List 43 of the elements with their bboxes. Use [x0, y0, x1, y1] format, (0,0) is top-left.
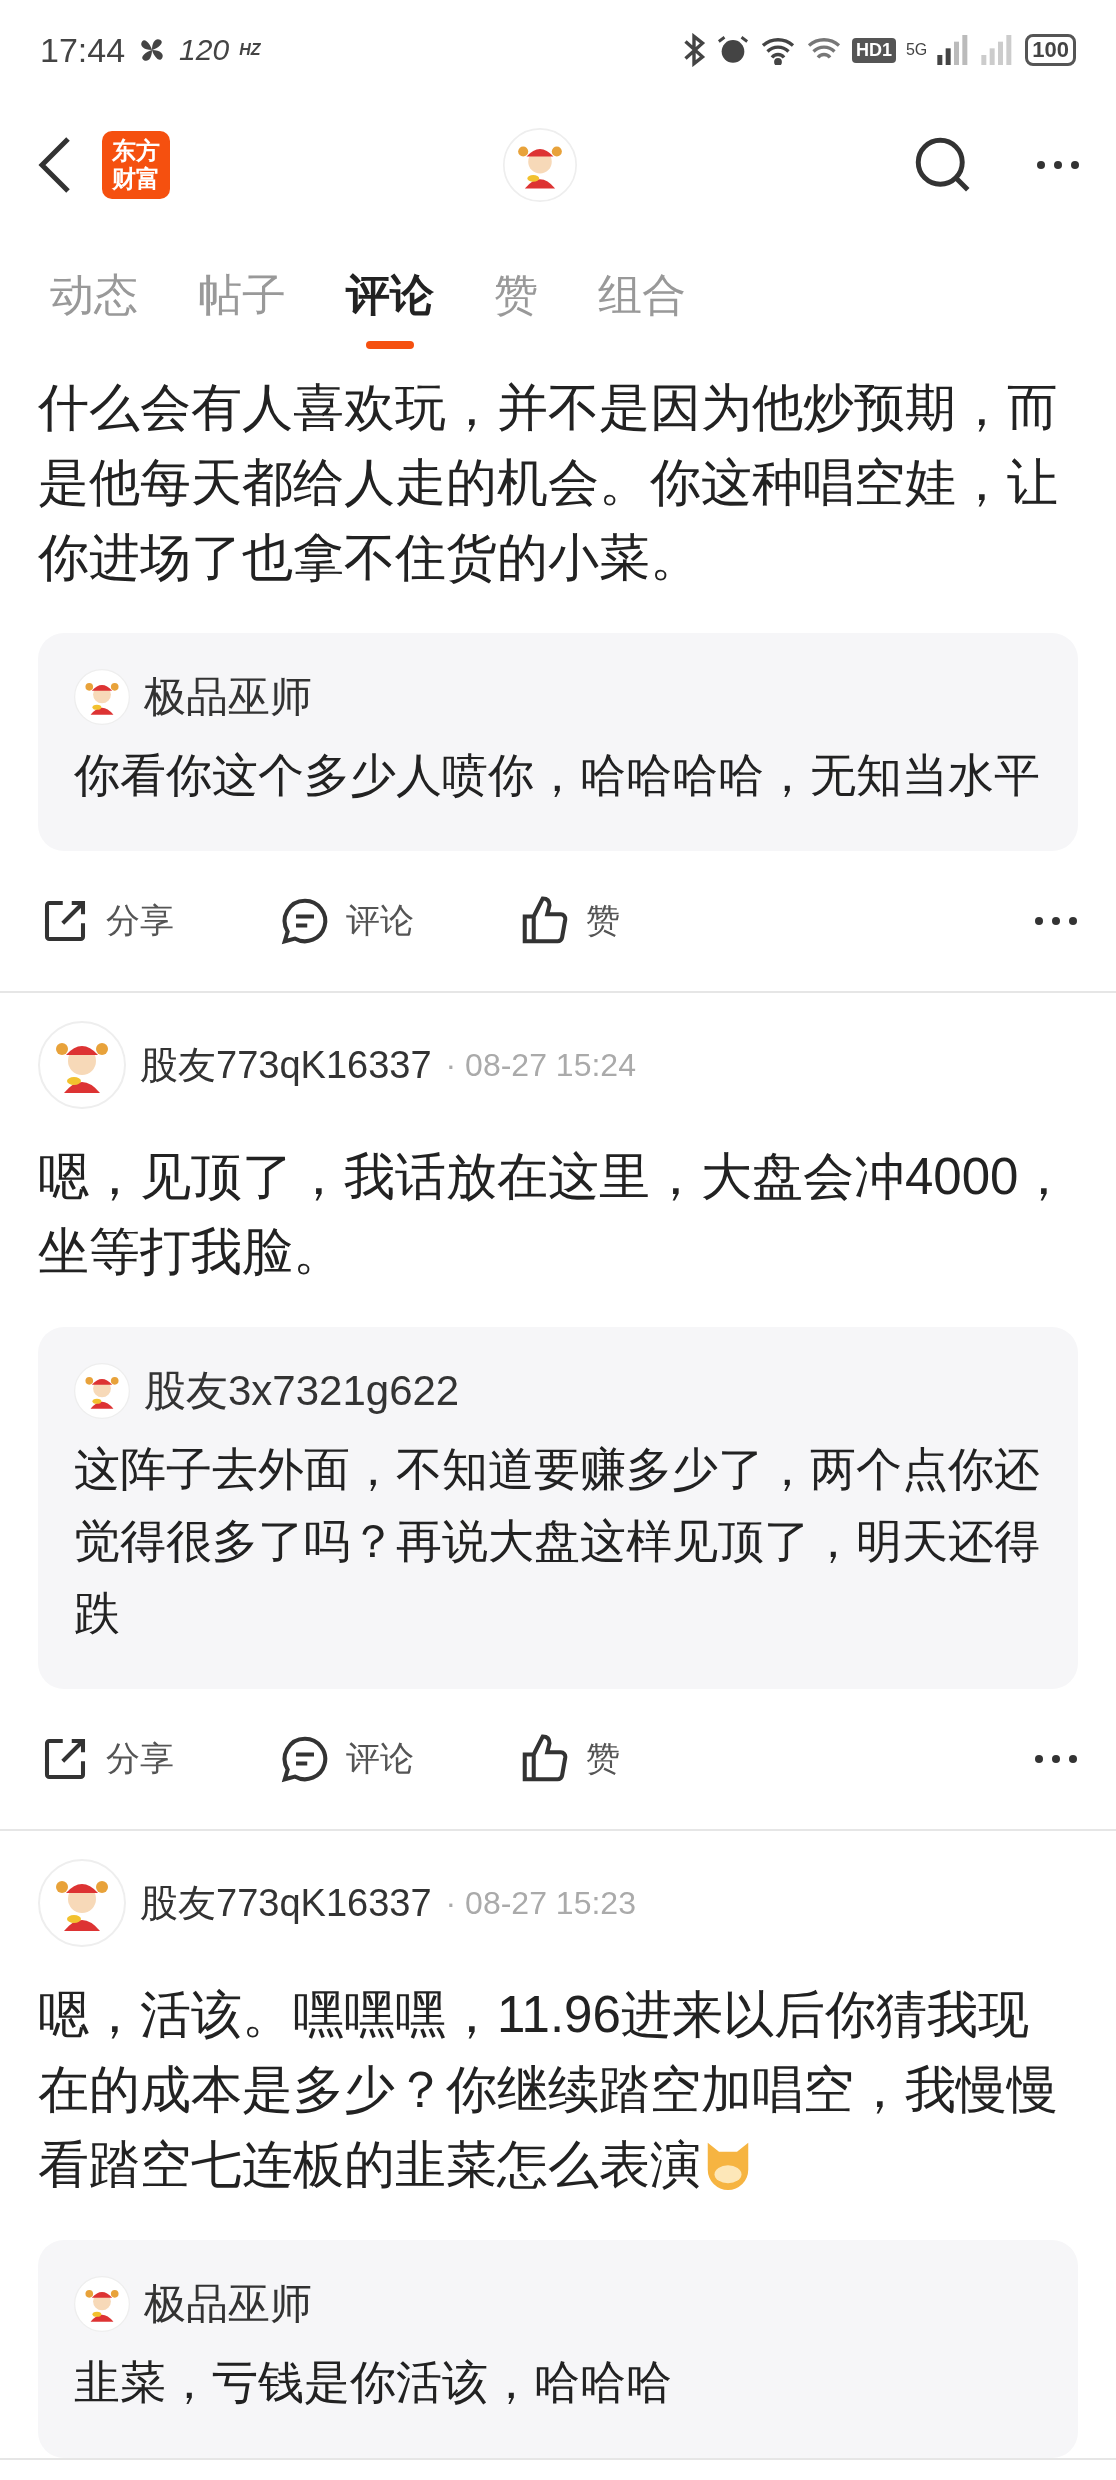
reply-author[interactable]: 极品巫师 [144, 669, 312, 725]
more-button[interactable] [1034, 916, 1078, 926]
back-icon [36, 135, 72, 195]
share-button[interactable]: 分享 [38, 894, 278, 948]
app-logo: 东方 财富 [102, 131, 170, 199]
reply-author[interactable]: 股友3x7321g622 [144, 1363, 460, 1419]
comment-button[interactable]: 评论 [278, 1732, 518, 1786]
reply-text: 韭菜，亏钱是你活该，哈哈哈 [74, 2355, 673, 2410]
like-button[interactable]: 赞 [518, 1732, 758, 1786]
refresh-unit: HZ [239, 41, 261, 59]
more-icon [1034, 916, 1078, 926]
comment-text: 什么会有人喜欢玩，并不是因为他炒预期，而是他每天都给人走的机会。你这种唱空娃，让你进场了也拿不住货的小菜。 [37, 378, 1059, 588]
comment-text: 嗯，活该。嘿嘿嘿，11.96进来以后你猜我现在的成本是多少？你继续踏空加唱空，我慢慢看踏空七连板的韭菜怎么表演 [37, 1985, 1059, 2195]
refresh-rate: 120 [179, 33, 230, 67]
reply-text: 你看你这个多少人喷你，哈哈哈哈，无知当水平 [74, 748, 1041, 803]
reply-card[interactable]: 极品巫师 韭菜，亏钱是你活该，哈哈哈 [38, 2240, 1078, 2458]
hd-badge: HD1 [851, 37, 896, 63]
like-button[interactable]: 赞 [518, 894, 758, 948]
more-button[interactable] [1036, 160, 1080, 170]
reply-author[interactable]: 极品巫师 [144, 2276, 312, 2332]
status-time: 17:44 [40, 30, 126, 70]
reply-text: 这阵子去外面，不知道要赚多少了，两个点你还觉得很多了吗？再说大盘这样见顶了，明天还得跌 [74, 1442, 1041, 1641]
comment-time: · 08-27 15:23 [445, 1884, 636, 1922]
wifi-icon [759, 35, 796, 65]
more-icon [1036, 160, 1080, 170]
author-name[interactable]: 股友773qK16337 [140, 1877, 432, 1929]
more-icon [1034, 1754, 1078, 1764]
author-name[interactable]: 股友773qK16337 [140, 1039, 432, 1091]
comment-time: · 08-27 15:24 [445, 1046, 636, 1084]
share-button[interactable]: 分享 [38, 1732, 278, 1786]
more-button[interactable] [1034, 1754, 1078, 1764]
reply-avatar [74, 669, 130, 725]
tab[interactable]: 评论 [346, 265, 434, 335]
reply-avatar [74, 2276, 130, 2332]
comment-text: 嗯，见顶了，我话放在这里，大盘会冲4000，坐等打我脸。 [37, 1147, 1071, 1282]
battery-level: 100 [1025, 34, 1076, 66]
reply-avatar [74, 1363, 130, 1419]
back-button[interactable] [36, 135, 72, 195]
comment-button[interactable]: 评论 [278, 894, 518, 948]
network-type: 5G [905, 41, 928, 59]
reply-card[interactable]: 极品巫师 你看你这个多少人喷你，哈哈哈哈，无知当水平 [38, 633, 1078, 851]
tab-indicator [366, 340, 414, 349]
reply-card[interactable]: 股友3x7321g622 这阵子去外面，不知道要赚多少了，两个点你还觉得很多了吗？再说大盘这样见顶了，明天还得跌 [38, 1327, 1078, 1689]
